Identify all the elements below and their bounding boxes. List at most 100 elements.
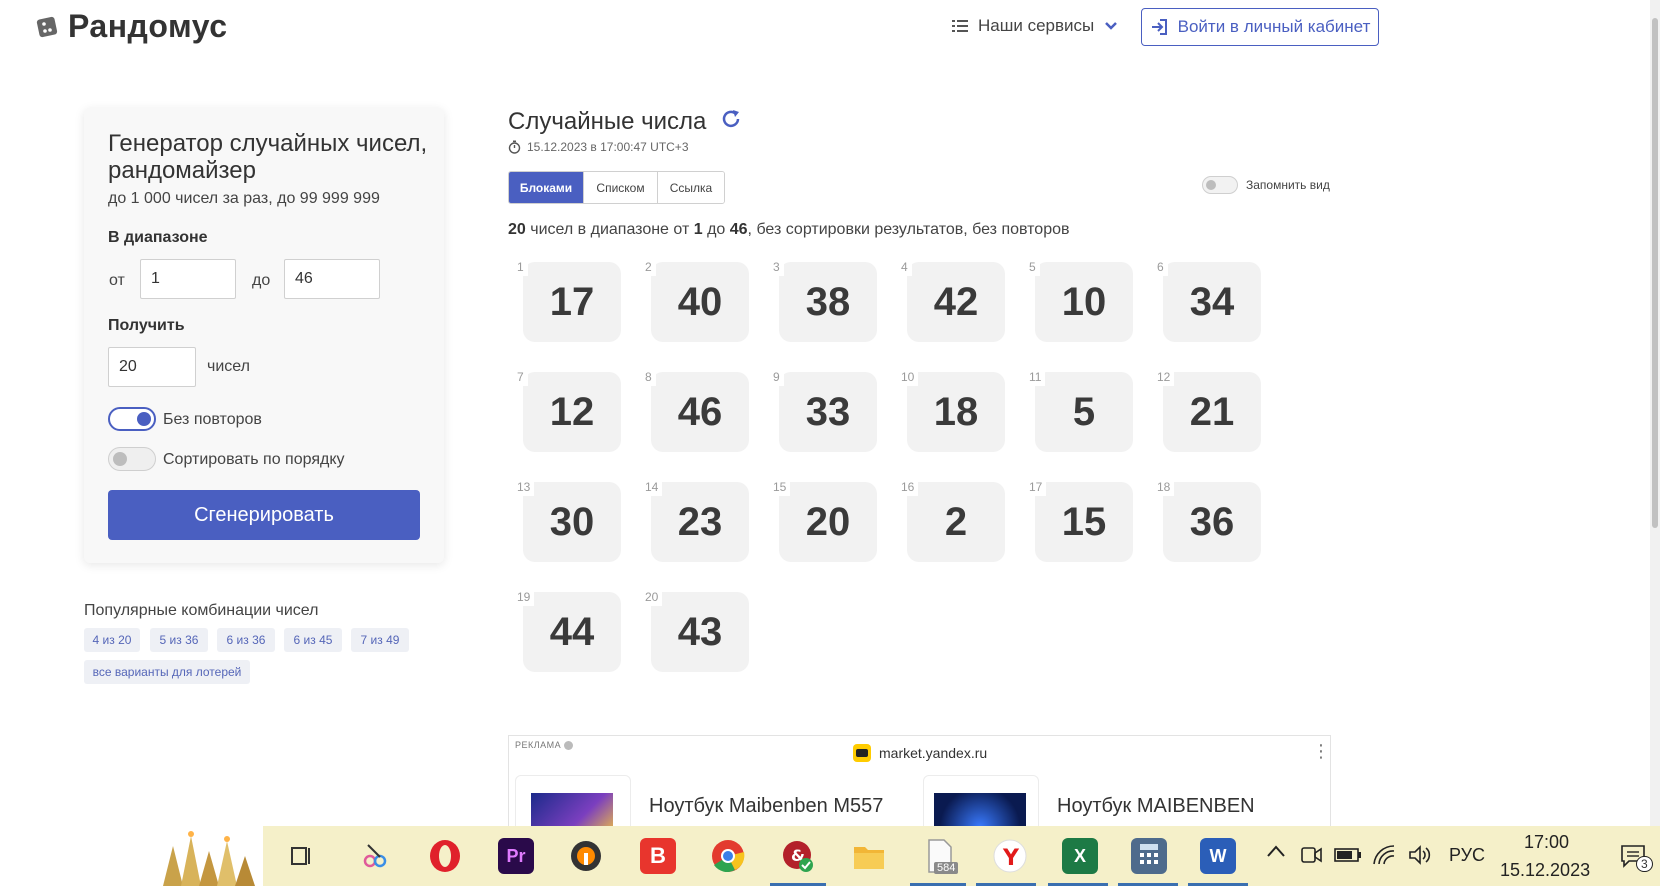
number-tile: 46 (651, 372, 749, 452)
sort-toggle[interactable] (108, 447, 156, 471)
opera-icon[interactable] (427, 838, 463, 874)
ad-domain[interactable]: market.yandex.ru (853, 744, 987, 762)
timestamp: 15.12.2023 в 17:00:47 UTC+3 (508, 140, 689, 154)
number-index: 7 (517, 370, 528, 386)
results-title: Случайные числа (508, 108, 707, 135)
generate-button[interactable]: Сгенерировать (108, 490, 420, 540)
tab-list[interactable]: Списком (584, 172, 658, 203)
chevron-up-icon[interactable] (1266, 842, 1286, 863)
number-index: 11 (1029, 370, 1046, 386)
number-tile: 36 (1163, 482, 1261, 562)
battery-icon[interactable] (1334, 846, 1362, 869)
yandex-browser-icon[interactable]: Y (992, 838, 1028, 874)
camera-icon[interactable] (1300, 844, 1322, 871)
number-index: 15 (773, 480, 791, 496)
clock-date[interactable]: 15.12.2023 (1500, 860, 1590, 881)
services-label: Наши сервисы (978, 16, 1095, 35)
language-indicator[interactable]: РУС (1449, 845, 1485, 866)
task-view-icon[interactable] (283, 838, 319, 874)
popular-chip[interactable]: 4 из 20 (84, 628, 140, 652)
clock-time[interactable]: 17:00 (1524, 832, 1569, 853)
range-to-input[interactable] (284, 259, 380, 299)
range-label: В диапазоне (108, 229, 208, 246)
summary-from: 1 (693, 221, 703, 238)
premiere-icon[interactable]: Pr (498, 838, 534, 874)
generator-subtitle: до 1 000 чисел за раз, до 99 999 999 (108, 190, 380, 207)
volume-icon[interactable] (1408, 844, 1432, 871)
number-tile: 40 (651, 262, 749, 342)
number-tile: 12 (523, 372, 621, 452)
bookmate-icon[interactable]: B (640, 838, 676, 874)
taskbar-wallpaper-area (0, 826, 263, 886)
number-tile: 23 (651, 482, 749, 562)
file-explorer-icon[interactable] (851, 838, 887, 874)
number-index: 16 (901, 480, 919, 496)
number-index: 18 (1157, 480, 1175, 496)
number-index: 5 (1029, 260, 1040, 276)
number-tile: 38 (779, 262, 877, 342)
refresh-icon[interactable] (720, 108, 742, 130)
logo[interactable]: Рандомус (68, 8, 228, 45)
popular-chip[interactable]: 7 из 49 (351, 628, 409, 652)
snipping-tool-icon[interactable] (357, 838, 393, 874)
view-tabs: Блоками Списком Ссылка (508, 171, 725, 204)
popular-chip[interactable]: 6 из 45 (284, 628, 342, 652)
number-tile: 21 (1163, 372, 1261, 452)
login-button[interactable]: Войти в личный кабинет (1141, 8, 1379, 46)
number-index: 2 (645, 260, 656, 276)
chevron-down-icon (1105, 22, 1118, 30)
no-repeat-toggle[interactable] (108, 407, 156, 431)
candles-image (163, 831, 255, 886)
notifications-icon[interactable]: 3 (1620, 844, 1653, 873)
number-tile: 18 (907, 372, 1005, 452)
number-tile: 33 (779, 372, 877, 452)
antivirus-icon[interactable]: & (780, 838, 816, 874)
count-input[interactable] (108, 347, 196, 387)
services-menu[interactable]: Наши сервисы (952, 16, 1118, 36)
to-label: до (252, 272, 271, 289)
vpn-icon[interactable] (568, 838, 604, 874)
calculator-icon[interactable] (1131, 838, 1167, 874)
from-label: от (109, 272, 125, 289)
tab-blocks[interactable]: Блоками (509, 172, 584, 203)
excel-icon[interactable]: X (1062, 838, 1098, 874)
popular-chip[interactable]: 6 из 36 (217, 628, 275, 652)
remember-view-toggle[interactable] (1202, 176, 1238, 194)
number-index: 4 (901, 260, 912, 276)
document-icon[interactable]: 584 (922, 838, 959, 874)
popular-title: Популярные комбинации чисел (84, 602, 319, 619)
range-from-input[interactable] (140, 259, 236, 299)
summary-text-3: , без сортировки результатов, без повтор… (747, 221, 1070, 238)
number-tile: 44 (523, 592, 621, 672)
sort-label: Сортировать по порядку (163, 451, 345, 468)
summary-to: 46 (729, 221, 748, 238)
number-tile: 2 (907, 482, 1005, 562)
number-index: 14 (645, 480, 663, 496)
more-vertical-icon[interactable]: ⋮ (1312, 742, 1330, 760)
tab-link[interactable]: Ссылка (658, 172, 724, 203)
number-index: 10 (901, 370, 919, 386)
number-index: 8 (645, 370, 656, 386)
all-lotteries-link[interactable]: все варианты для лотерей (84, 660, 250, 684)
login-icon (1151, 19, 1167, 35)
login-label: Войти в личный кабинет (1177, 17, 1371, 36)
word-icon[interactable]: W (1200, 838, 1236, 874)
ad-label: РЕКЛАМА (515, 740, 574, 751)
number-tile: 30 (523, 482, 621, 562)
dice-icon (36, 16, 58, 38)
results-summary: 20 чисел в диапазоне от 1 до 46, без сор… (508, 221, 1070, 239)
number-tile: 17 (523, 262, 621, 342)
count-unit-label: чисел (207, 358, 250, 375)
notifications-badge: 3 (1636, 856, 1653, 872)
ad-product-title[interactable]: Ноутбук Maibenben M557 (649, 795, 883, 818)
wifi-icon[interactable] (1372, 844, 1396, 871)
number-index: 17 (1029, 480, 1047, 496)
ad-product-title[interactable]: Ноутбук MAIBENBEN (1057, 795, 1255, 818)
scrollbar-thumb[interactable] (1652, 18, 1658, 528)
yandex-market-icon (853, 744, 871, 762)
no-repeat-label: Без повторов (163, 411, 262, 428)
popular-chip[interactable]: 5 из 36 (150, 628, 208, 652)
chrome-icon[interactable] (710, 838, 746, 874)
count-label: Получить (108, 317, 185, 334)
info-icon (564, 741, 574, 751)
